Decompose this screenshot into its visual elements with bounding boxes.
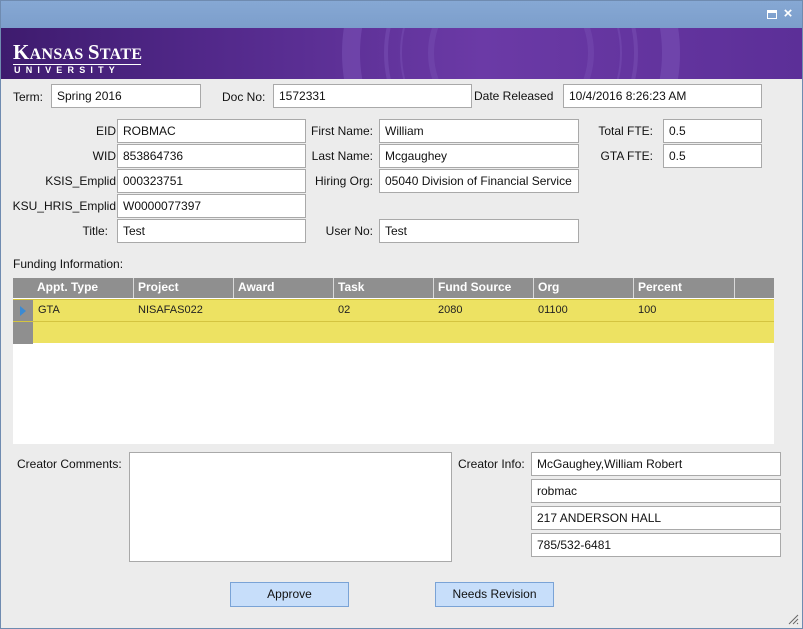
eid-field[interactable]: ROBMAC	[117, 119, 306, 143]
hiring-org-field[interactable]: 05040 Division of Financial Service	[379, 169, 579, 193]
kstate-logo: KANSAS STATE	[13, 40, 143, 64]
ksis-emplid-label: KSIS_Emplid	[45, 174, 116, 188]
approve-button[interactable]: Approve	[230, 582, 349, 607]
current-row-arrow-icon	[20, 306, 26, 316]
col-task[interactable]: Task	[333, 278, 433, 298]
cell-award[interactable]	[233, 300, 238, 321]
col-appt-type[interactable]: Appt. Type	[33, 278, 133, 298]
hris-emplid-field[interactable]: W0000077397	[117, 194, 306, 218]
logo-subtitle: UNIVERSITY	[14, 65, 121, 75]
col-fund-source[interactable]: Fund Source	[433, 278, 533, 298]
last-name-field[interactable]: Mcgaughey	[379, 144, 579, 168]
new-row[interactable]	[13, 321, 774, 344]
doc-no-label: Doc No:	[222, 90, 266, 104]
approval-window: × KANSAS STATE UNIVERSITY Term: Spring 2…	[0, 0, 803, 629]
col-filler	[734, 278, 774, 298]
col-percent[interactable]: Percent	[633, 278, 734, 298]
table-row[interactable]: GTA NISAFAS022 02 2080 01100 100	[13, 299, 774, 322]
row-selector[interactable]	[13, 300, 33, 322]
wid-label: WID	[92, 149, 116, 163]
kstate-banner: KANSAS STATE UNIVERSITY	[1, 28, 802, 79]
grid-header: Appt. Type Project Award Task Fund Sourc…	[13, 278, 774, 298]
cell-fund-source[interactable]: 2080	[433, 300, 462, 321]
hiring-org-label: Hiring Org:	[314, 174, 373, 188]
hris-emplid-label: KSU_HRIS_Emplid	[12, 199, 116, 213]
cell-project[interactable]: NISAFAS022	[133, 300, 203, 321]
total-fte-label: Total FTE:	[598, 124, 653, 138]
first-name-field[interactable]: William	[379, 119, 579, 143]
doc-no-field[interactable]: 1572331	[273, 84, 472, 108]
needs-revision-button[interactable]: Needs Revision	[435, 582, 554, 607]
funding-grid[interactable]: Appt. Type Project Award Task Fund Sourc…	[13, 278, 774, 444]
cell-percent[interactable]: 100	[633, 300, 656, 321]
first-name-label: First Name:	[310, 124, 373, 138]
university-seal-watermark	[342, 28, 680, 79]
creator-eid-field[interactable]: robmac	[531, 479, 781, 503]
ksis-emplid-field[interactable]: 000323751	[117, 169, 306, 193]
cell-appt-type[interactable]: GTA	[33, 300, 60, 321]
cell-org[interactable]: 01100	[533, 300, 568, 321]
title-field[interactable]: Test	[117, 219, 306, 243]
eid-label: EID	[95, 124, 116, 138]
user-no-label: User No:	[325, 224, 373, 238]
wid-field[interactable]: 853864736	[117, 144, 306, 168]
user-no-field[interactable]: Test	[379, 219, 579, 243]
col-award[interactable]: Award	[233, 278, 333, 298]
gta-fte-field[interactable]: 0.5	[663, 144, 762, 168]
col-org[interactable]: Org	[533, 278, 633, 298]
resize-grip-icon[interactable]	[788, 614, 799, 625]
title-label: Title:	[82, 224, 108, 238]
creator-phone-field[interactable]: 785/532-6481	[531, 533, 781, 557]
date-released-label: Date Released	[474, 89, 554, 103]
funding-info-label: Funding Information:	[13, 257, 124, 271]
maximize-icon[interactable]	[767, 10, 777, 19]
creator-info-label: Creator Info:	[458, 457, 525, 471]
last-name-label: Last Name:	[311, 149, 373, 163]
creator-comments-label: Creator Comments:	[17, 457, 122, 471]
creator-name-field[interactable]: McGaughey,William Robert	[531, 452, 781, 476]
title-bar[interactable]: ×	[1, 1, 802, 28]
term-field[interactable]: Spring 2016	[51, 84, 201, 108]
cell-task[interactable]: 02	[333, 300, 350, 321]
row-selector[interactable]	[13, 322, 33, 344]
creator-address-field[interactable]: 217 ANDERSON HALL	[531, 506, 781, 530]
col-project[interactable]: Project	[133, 278, 233, 298]
gta-fte-label: GTA FTE:	[600, 149, 653, 163]
date-released-field[interactable]: 10/4/2016 8:26:23 AM	[563, 84, 762, 108]
close-icon[interactable]: ×	[782, 6, 794, 21]
term-label: Term:	[13, 90, 43, 104]
creator-comments-input[interactable]	[129, 452, 452, 562]
total-fte-field[interactable]: 0.5	[663, 119, 762, 143]
